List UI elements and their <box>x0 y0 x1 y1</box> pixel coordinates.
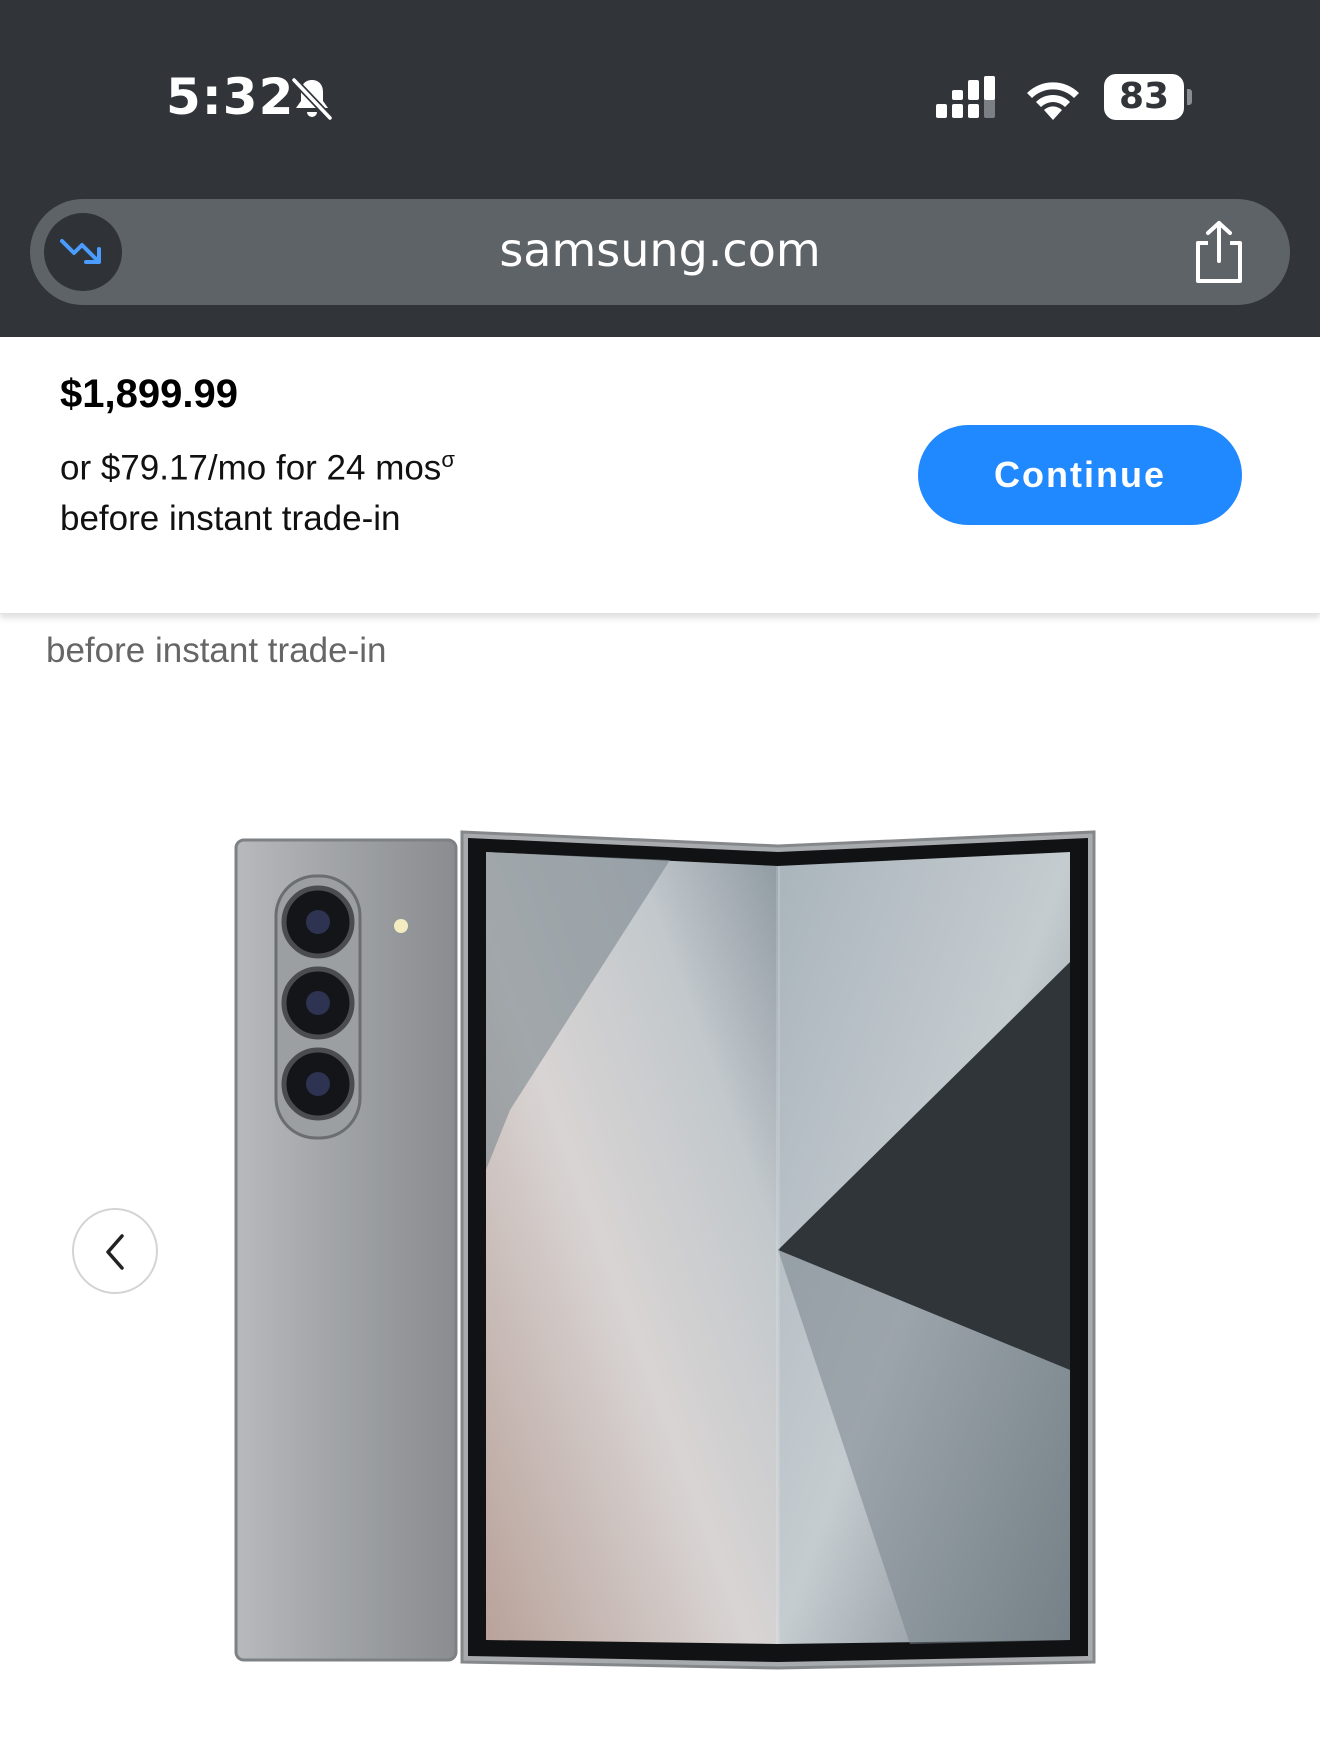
address-bar[interactable]: samsung.com <box>30 199 1290 305</box>
product-price: $1,899.99 <box>60 372 238 416</box>
battery-cap <box>1187 89 1192 105</box>
share-icon[interactable] <box>1188 219 1250 285</box>
url-text[interactable]: samsung.com <box>30 223 1290 277</box>
tradein-note: before instant trade-in <box>60 499 401 538</box>
battery-icon: 83 <box>1104 74 1192 120</box>
chevron-left-icon <box>106 1234 124 1270</box>
footnote-mark: σ <box>441 447 455 472</box>
wifi-icon <box>1027 82 1079 120</box>
status-time: 5:32 <box>166 68 295 126</box>
cellular-signal-icon <box>936 76 995 118</box>
monthly-price: or $79.17/mo for 24 mosσ <box>60 447 455 489</box>
continue-button[interactable]: Continue <box>918 425 1242 525</box>
battery-level: 83 <box>1104 74 1184 120</box>
status-and-browser-bar: 5:32 83 samsung.com <box>0 0 1320 337</box>
gallery-prev-button[interactable] <box>72 1208 158 1294</box>
sticky-price-bar: $1,899.99 or $79.17/mo for 24 mosσ befor… <box>0 337 1320 614</box>
product-image <box>234 830 1096 1670</box>
monthly-price-text: or $79.17/mo for 24 mos <box>60 448 442 488</box>
tradein-note-secondary: before instant trade-in <box>46 631 387 670</box>
bell-slash-icon <box>291 77 333 121</box>
